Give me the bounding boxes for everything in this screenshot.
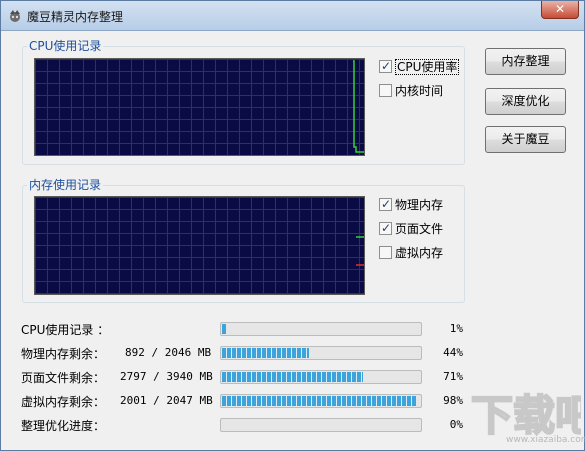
progress-fill (222, 396, 416, 406)
stat-percent: 0% (449, 418, 463, 431)
physical-memory-checkbox-box[interactable]: ✓ (379, 197, 392, 211)
memory-graph-lines (356, 236, 364, 266)
stat-percent: 98% (443, 394, 463, 407)
cpu-usage-graph (34, 58, 365, 156)
watermark-text: 下载吧 (471, 391, 581, 440)
memory-optimize-button[interactable]: 内存整理 (485, 48, 566, 75)
about-button[interactable]: 关于魔豆 (485, 126, 566, 153)
memory-usage-graph (34, 196, 365, 295)
progress-bar (220, 418, 422, 432)
close-button[interactable]: ✕ (541, 1, 579, 19)
stat-value: 2001 / 2047 MB (120, 394, 213, 407)
deep-optimize-button[interactable]: 深度优化 (485, 88, 566, 115)
memory-group-title: 内存使用记录 (27, 177, 104, 193)
kernel-time-checkbox-box[interactable] (379, 84, 392, 97)
virtual-memory-checkbox-label: 虚拟内存 (395, 246, 444, 260)
stat-label: 整理优化进度： (21, 419, 106, 433)
cpu-usage-checkbox-label: CPU使用率 (395, 59, 460, 75)
page-file-checkbox[interactable]: ✓ 页面文件 (379, 221, 449, 237)
stat-label: 页面文件剩余： (21, 371, 106, 385)
stat-value: 892 / 2046 MB (125, 346, 212, 359)
stat-percent: 71% (443, 370, 463, 383)
kernel-time-checkbox-label: 内核时间 (395, 84, 444, 98)
cpu-usage-checkbox-box[interactable]: ✓ (379, 59, 392, 73)
window-title: 魔豆精灵内存整理 (27, 10, 124, 24)
virtual-memory-checkbox-box[interactable] (379, 246, 392, 259)
cpu-usage-checkbox[interactable]: ✓ CPU使用率 (379, 59, 460, 75)
kernel-time-checkbox[interactable]: 内核时间 (379, 83, 449, 99)
watermark-url: www.xiazaiba.com (506, 435, 585, 445)
page-file-checkbox-box[interactable]: ✓ (379, 221, 392, 235)
virtual-memory-checkbox[interactable]: 虚拟内存 (379, 245, 449, 261)
physical-memory-checkbox-label: 物理内存 (395, 198, 444, 212)
cpu-usage-line (353, 60, 364, 153)
progress-bar (220, 394, 422, 408)
stat-label: 虚拟内存剩余： (21, 395, 106, 409)
close-icon: ✕ (554, 2, 566, 16)
title-bar[interactable]: 魔豆精灵内存整理 ✕ (1, 1, 584, 31)
cpu-graph-lines (353, 60, 364, 153)
check-icon: ✓ (381, 221, 392, 235)
stat-percent: 44% (443, 346, 463, 359)
main-window: 魔豆精灵内存整理 ✕ CPU使用记录 ✓ CPU使用率 内核时间 内存使用记录 … (0, 0, 585, 451)
progress-bar (220, 346, 422, 360)
cpu-group-title: CPU使用记录 (27, 38, 104, 54)
stat-label: CPU使用记录 ： (21, 323, 110, 337)
progress-fill (222, 324, 226, 334)
check-icon: ✓ (381, 59, 392, 73)
physical-memory-checkbox[interactable]: ✓ 物理内存 (379, 197, 449, 213)
progress-fill (222, 348, 309, 358)
progress-bar (220, 322, 422, 336)
progress-fill (222, 372, 363, 382)
stat-label: 物理内存剩余： (21, 347, 106, 361)
app-icon (10, 10, 20, 22)
check-icon: ✓ (381, 197, 392, 211)
stat-percent: 1% (449, 322, 463, 335)
page-file-checkbox-label: 页面文件 (395, 222, 444, 236)
stat-value: 2797 / 3940 MB (120, 370, 213, 383)
progress-bar (220, 370, 422, 384)
